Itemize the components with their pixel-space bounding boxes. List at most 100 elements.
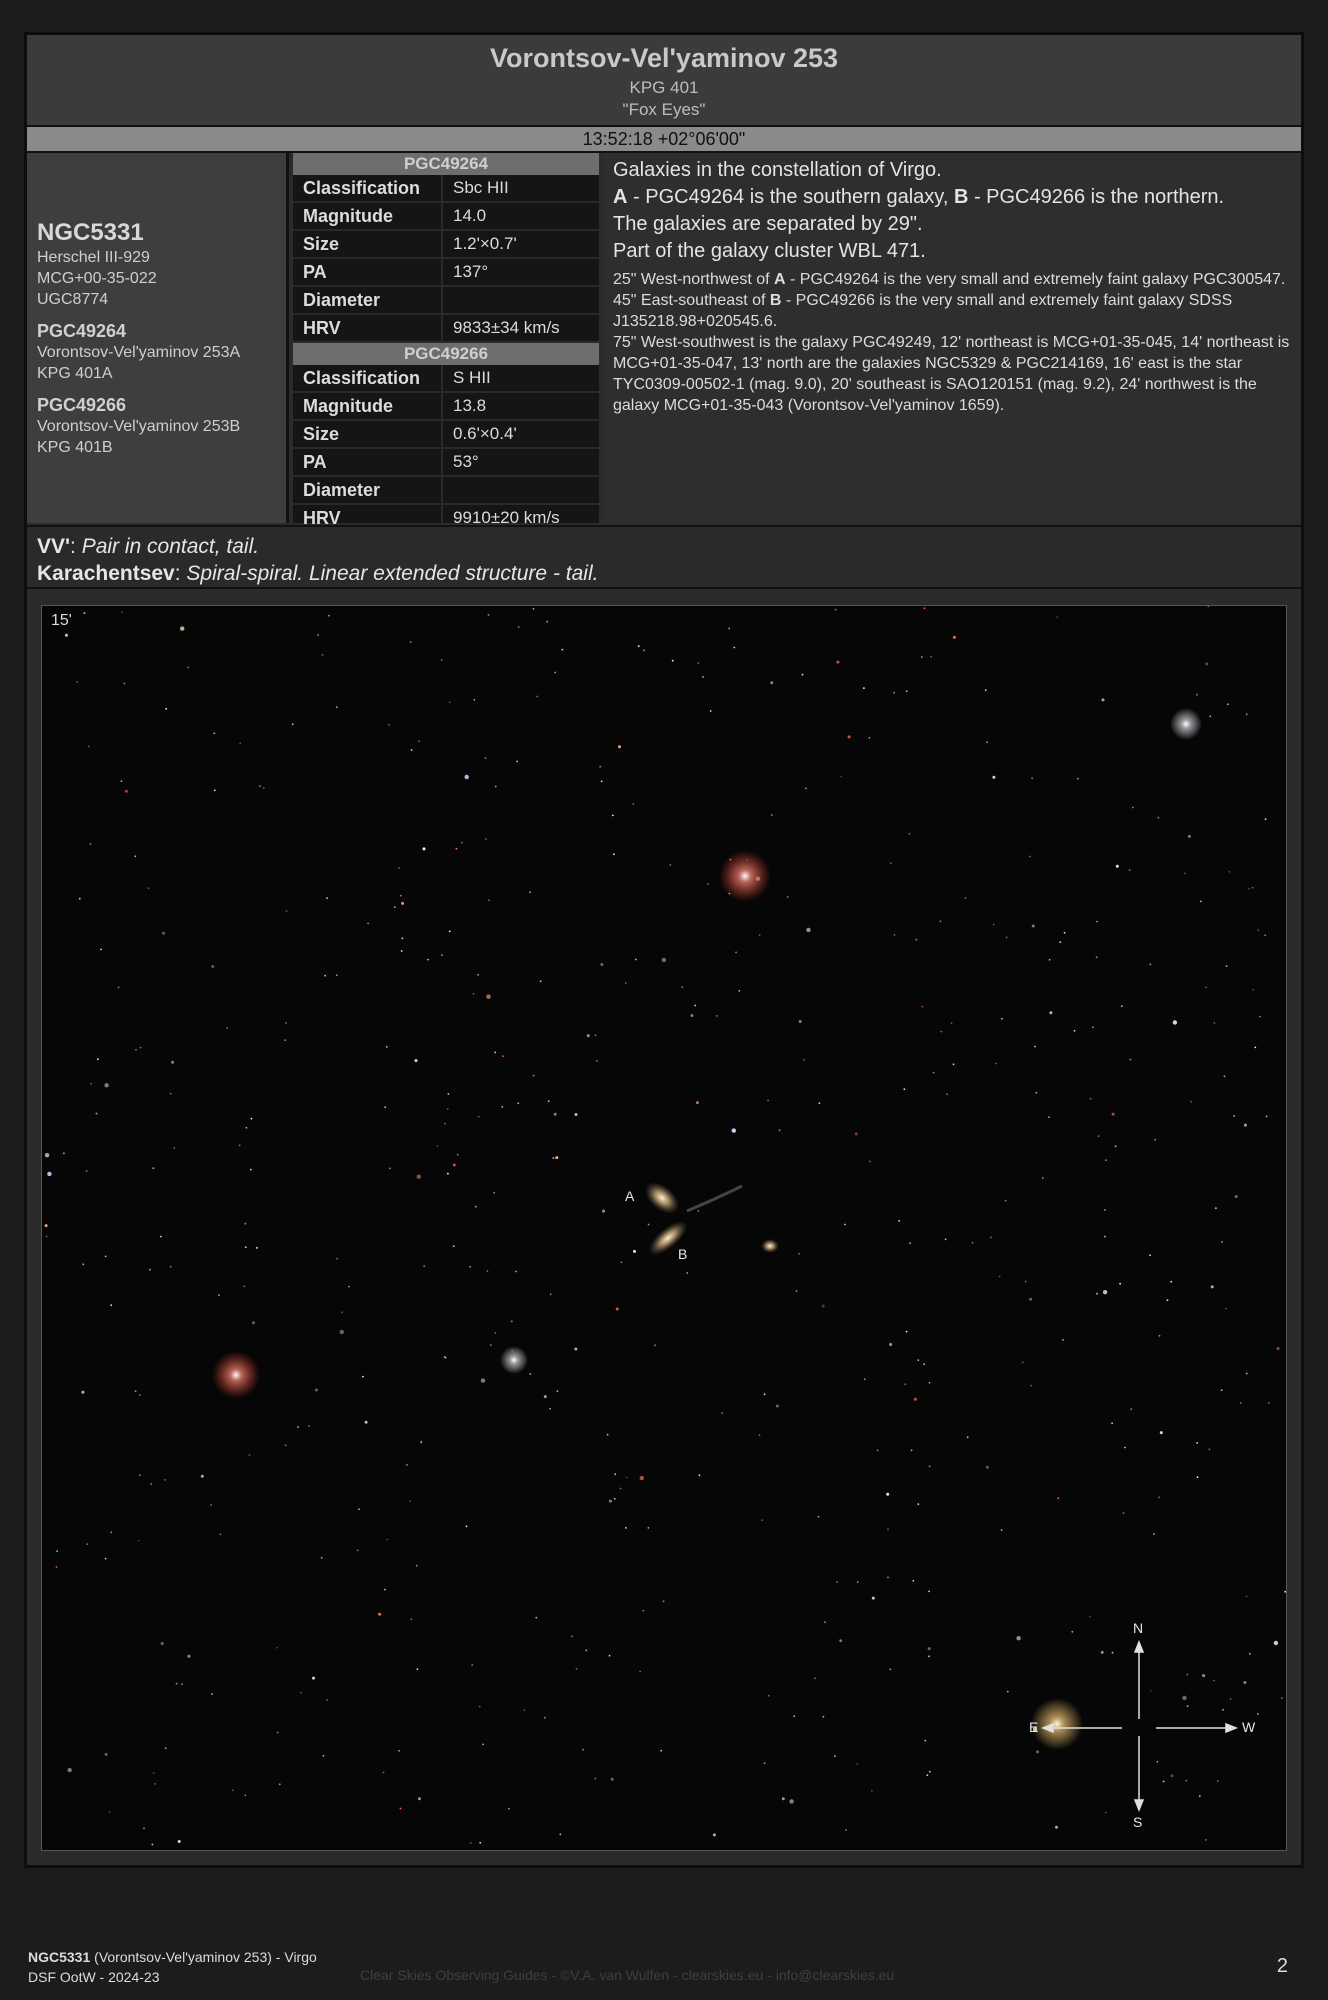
star <box>845 1829 847 1831</box>
star <box>1243 1681 1247 1684</box>
label-a: A <box>774 271 786 288</box>
star <box>487 614 490 616</box>
star <box>1234 1195 1238 1199</box>
star <box>889 1343 893 1346</box>
star <box>444 1356 447 1359</box>
table-row: PA 137° <box>293 259 599 287</box>
star <box>1209 715 1212 718</box>
star <box>414 1059 418 1063</box>
table-row: Diameter <box>293 287 599 315</box>
scale-label: 15' <box>51 612 72 629</box>
star <box>149 1268 151 1271</box>
star <box>543 1395 547 1399</box>
star <box>339 1329 344 1335</box>
star <box>276 1731 279 1734</box>
star <box>767 1099 769 1102</box>
star <box>152 1167 155 1170</box>
star <box>455 847 458 850</box>
star <box>515 1270 517 1273</box>
star <box>1273 1640 1279 1646</box>
star <box>1073 1029 1076 1032</box>
star <box>256 1247 258 1249</box>
star <box>1166 1299 1169 1302</box>
star <box>160 1235 162 1238</box>
star <box>85 1170 88 1172</box>
star <box>95 1112 98 1115</box>
star <box>436 1145 439 1147</box>
star <box>625 1476 628 1479</box>
star <box>516 760 518 763</box>
star <box>82 1263 85 1266</box>
star <box>104 1557 107 1560</box>
star <box>510 1320 513 1323</box>
star <box>801 673 804 676</box>
label-b: B <box>769 292 782 309</box>
star <box>358 1508 360 1511</box>
star <box>836 660 840 664</box>
star <box>1248 1652 1251 1655</box>
alias: Herschel III-929 <box>37 249 150 266</box>
star <box>994 1062 997 1065</box>
star <box>1198 1795 1201 1798</box>
star <box>482 1743 484 1746</box>
star <box>447 1093 450 1095</box>
compass-s: S <box>1133 1814 1143 1830</box>
star <box>461 841 463 844</box>
star <box>175 1682 178 1685</box>
sheet-frame: Vorontsov-Vel'yaminov 253 KPG 401 "Fox E… <box>24 32 1304 1868</box>
star <box>803 1058 805 1061</box>
star <box>160 1642 164 1645</box>
star <box>818 1102 821 1105</box>
star <box>324 974 327 977</box>
star <box>322 1754 325 1757</box>
desc-text: 25" West-northwest of <box>613 271 775 288</box>
star <box>44 1153 50 1158</box>
galaxy-a <box>644 1182 680 1214</box>
star <box>1185 1779 1188 1782</box>
star <box>618 745 621 749</box>
star <box>327 614 330 617</box>
star <box>314 1388 318 1392</box>
star <box>78 897 81 900</box>
star <box>164 1479 166 1481</box>
star <box>613 1497 616 1500</box>
star <box>81 1390 85 1394</box>
table-title: PGC49264 <box>293 153 599 175</box>
row-key: Classification <box>293 365 443 391</box>
star <box>1049 1011 1053 1015</box>
star <box>1225 965 1228 967</box>
star <box>671 659 674 662</box>
star <box>1196 1476 1199 1478</box>
star <box>758 1434 761 1437</box>
star <box>552 1157 555 1159</box>
star <box>1221 1241 1223 1243</box>
star <box>871 1596 875 1600</box>
star <box>599 765 602 768</box>
star <box>1029 1297 1033 1301</box>
star <box>798 1252 800 1255</box>
star <box>1226 703 1229 706</box>
star <box>836 1581 838 1583</box>
star <box>210 1504 213 1506</box>
star <box>321 654 324 656</box>
footer-credit: Clear Skies Observing Guides - ©V.A. van… <box>360 1967 895 1983</box>
star <box>152 1772 155 1774</box>
bright-star <box>1170 708 1202 740</box>
star <box>1199 900 1202 903</box>
bright-star <box>500 1346 528 1374</box>
star <box>1162 1780 1165 1783</box>
star <box>143 1827 145 1830</box>
star <box>169 1092 172 1095</box>
star <box>1172 1020 1178 1025</box>
star <box>824 1621 826 1624</box>
star <box>244 1794 247 1797</box>
star <box>517 1102 520 1105</box>
star <box>138 1474 141 1477</box>
star <box>494 1051 497 1054</box>
star <box>1001 1017 1003 1020</box>
page-title: Vorontsov-Vel'yaminov 253 <box>489 43 839 73</box>
star <box>553 1112 557 1116</box>
star <box>821 1304 825 1308</box>
star <box>418 740 420 743</box>
row-key: Classification <box>293 175 443 201</box>
